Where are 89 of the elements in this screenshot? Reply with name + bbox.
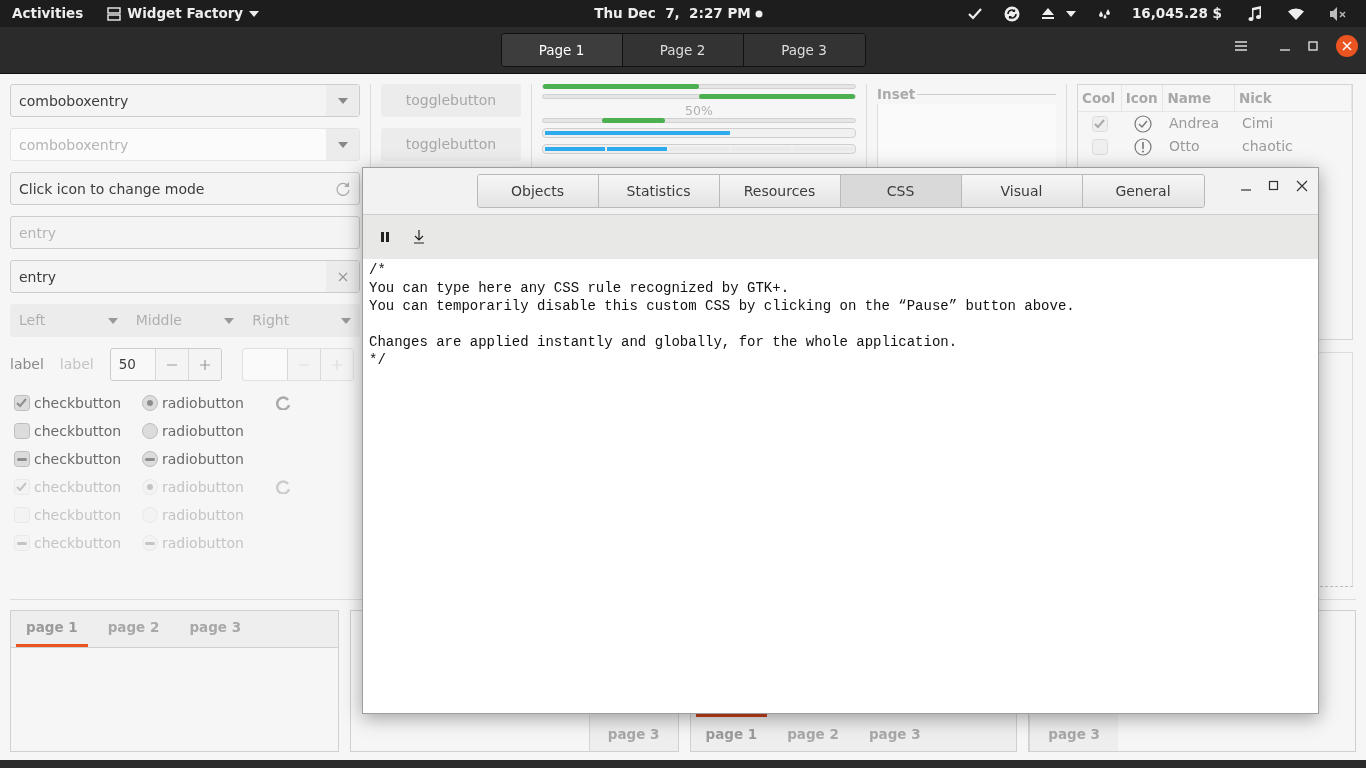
notebook-tab[interactable]: page 3 bbox=[1029, 714, 1118, 751]
caret-icon bbox=[224, 317, 235, 324]
maximize-icon[interactable] bbox=[1268, 180, 1280, 192]
inspector-tab[interactable]: Statistics bbox=[598, 175, 720, 207]
page-tab[interactable]: Page 2 bbox=[622, 34, 744, 66]
code-line: You can temporarily disable this custom CSS by clicking on the “Pause” button above. bbox=[369, 297, 1076, 315]
radio-label: radiobutton bbox=[162, 449, 244, 469]
clear-icon bbox=[337, 271, 348, 282]
checkbox[interactable] bbox=[1092, 115, 1108, 132]
app-menu[interactable]: Widget Factory bbox=[127, 3, 244, 24]
plus-icon bbox=[198, 358, 211, 371]
checkbox-label: checkbutton bbox=[34, 393, 122, 413]
wifi-icon[interactable] bbox=[1288, 7, 1304, 20]
label-text: label bbox=[10, 355, 44, 374]
code-line: */ bbox=[369, 351, 387, 369]
page-tab[interactable]: Page 1 bbox=[501, 34, 623, 66]
caret-icon bbox=[337, 141, 348, 148]
combo-box-entry[interactable]: comboboxentry bbox=[10, 84, 360, 117]
check-icon[interactable] bbox=[967, 7, 982, 20]
check-circle-icon bbox=[1134, 114, 1152, 133]
inspector-tab[interactable]: General bbox=[1082, 175, 1204, 207]
checkbox-label: checkbutton bbox=[34, 449, 122, 469]
radio-label: radiobutton bbox=[162, 421, 244, 441]
activities-button[interactable]: Activities bbox=[12, 3, 84, 24]
combo-box[interactable]: Left bbox=[10, 304, 127, 337]
music-note-icon[interactable] bbox=[1248, 5, 1262, 22]
inspector-tab[interactable]: CSS bbox=[840, 175, 962, 207]
inspector-tab[interactable]: Visual bbox=[961, 175, 1083, 207]
notebook-tab[interactable]: page 3 bbox=[179, 611, 252, 647]
radio-button[interactable] bbox=[142, 423, 158, 439]
page-tab[interactable]: Page 3 bbox=[743, 34, 865, 66]
caret-icon bbox=[107, 317, 118, 324]
notification-dot-icon bbox=[754, 9, 763, 18]
checkbox-label: checkbutton bbox=[34, 421, 122, 441]
close-icon[interactable] bbox=[1296, 180, 1308, 192]
pause-icon bbox=[380, 232, 390, 242]
notebook-tab[interactable]: page 3 bbox=[588, 714, 678, 751]
column-header[interactable]: Nick bbox=[1234, 85, 1352, 112]
progress-label: 50% bbox=[684, 104, 714, 118]
table-cell-text: chaotic bbox=[1241, 137, 1293, 157]
toggle-button[interactable]: togglebutton bbox=[381, 128, 521, 161]
radio-button[interactable] bbox=[142, 395, 158, 411]
code-line: Changes are applied instantly and globally, for the whole application. bbox=[369, 333, 959, 351]
frame-label: Inset bbox=[877, 85, 916, 104]
column-header[interactable]: Name bbox=[1163, 85, 1235, 112]
notebook-tab[interactable]: page 3 bbox=[858, 714, 931, 751]
column-header[interactable]: Icon bbox=[1121, 85, 1164, 112]
radio-button[interactable] bbox=[142, 451, 158, 467]
radio-label: radiobutton bbox=[162, 393, 244, 413]
caret-icon[interactable] bbox=[1065, 10, 1076, 17]
inspector-tab[interactable]: Objects bbox=[477, 175, 599, 207]
text-field[interactable]: entry bbox=[10, 260, 360, 293]
checkbox[interactable] bbox=[14, 451, 30, 467]
notebook-tab[interactable]: page 2 bbox=[97, 611, 170, 647]
code-line: /* bbox=[369, 261, 387, 279]
inspector-tab[interactable]: Resources bbox=[719, 175, 841, 207]
toggle-button[interactable]: togglebutton bbox=[381, 84, 521, 117]
text-field[interactable]: Click icon to change mode bbox=[10, 172, 360, 205]
sync-icon[interactable] bbox=[1003, 5, 1020, 22]
balance-indicator[interactable]: 16,045.28 $ bbox=[1131, 3, 1222, 24]
app-icon bbox=[107, 6, 122, 21]
drops-icon[interactable] bbox=[1097, 7, 1112, 20]
eject-icon[interactable] bbox=[1041, 8, 1054, 19]
table-cell-text: Otto bbox=[1168, 137, 1201, 157]
checkbox[interactable] bbox=[14, 395, 30, 411]
close-icon[interactable] bbox=[1336, 35, 1358, 57]
speaker-muted-icon[interactable] bbox=[1330, 6, 1346, 21]
dropdown-button[interactable] bbox=[326, 129, 359, 160]
download-icon bbox=[413, 230, 425, 244]
combo-box[interactable]: Right bbox=[243, 304, 360, 337]
caret-icon bbox=[341, 317, 351, 324]
notebook-tab[interactable]: page 1 bbox=[16, 611, 88, 647]
menu-icon[interactable] bbox=[1234, 40, 1248, 52]
spin-button[interactable]: 50 bbox=[109, 348, 222, 381]
table-cell-text: Cimi bbox=[1241, 114, 1274, 134]
notebook-tab[interactable]: page 2 bbox=[777, 714, 849, 751]
dropdown-button[interactable] bbox=[326, 85, 359, 116]
code-line: You can type here any CSS rule recognized by GTK+. bbox=[369, 279, 791, 297]
exclamation-circle-icon bbox=[1134, 137, 1152, 156]
checkbox[interactable] bbox=[14, 423, 30, 439]
caret-icon[interactable] bbox=[249, 10, 260, 17]
combo-box[interactable]: Middle bbox=[126, 304, 244, 337]
checkbox[interactable] bbox=[1092, 138, 1108, 155]
text-field[interactable]: entry bbox=[10, 216, 360, 249]
clock[interactable]: Thu Dec 7, 2:27 PM bbox=[594, 3, 751, 24]
column-header[interactable]: Cool bbox=[1078, 85, 1122, 112]
caret-icon bbox=[337, 97, 348, 104]
refresh-icon[interactable] bbox=[335, 181, 351, 197]
table-cell-text: Andrea bbox=[1168, 114, 1220, 134]
